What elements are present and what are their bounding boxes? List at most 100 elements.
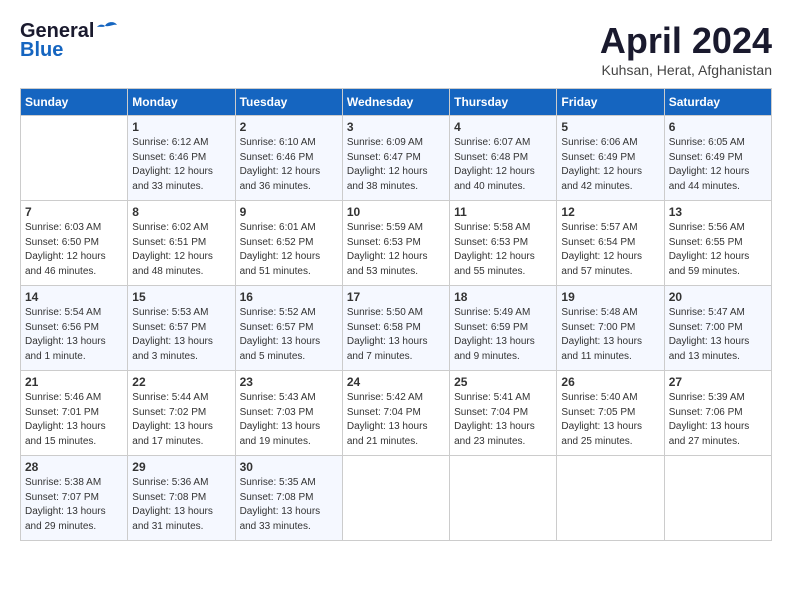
calendar-cell [21, 116, 128, 201]
day-number: 13 [669, 205, 767, 219]
day-number: 9 [240, 205, 338, 219]
day-info: Sunrise: 6:09 AM Sunset: 6:47 PM Dayligh… [347, 136, 445, 194]
day-number: 27 [669, 375, 767, 389]
logo-blue-text: Blue [20, 39, 63, 62]
calendar-cell: 24 Sunrise: 5:42 AM Sunset: 7:04 PM Dayli… [342, 371, 449, 456]
day-number: 30 [240, 460, 338, 474]
day-info: Sunrise: 6:10 AM Sunset: 6:46 PM Dayligh… [240, 136, 338, 194]
day-of-week-header: Sunday [21, 89, 128, 116]
day-number: 2 [240, 120, 338, 134]
calendar-cell: 28 Sunrise: 5:38 AM Sunset: 7:07 PM Dayli… [21, 456, 128, 541]
calendar-cell: 18 Sunrise: 5:49 AM Sunset: 6:59 PM Dayli… [450, 286, 557, 371]
calendar-cell: 8 Sunrise: 6:02 AM Sunset: 6:51 PM Daylig… [128, 201, 235, 286]
day-info: Sunrise: 5:58 AM Sunset: 6:53 PM Dayligh… [454, 221, 552, 279]
calendar-table: SundayMondayTuesdayWednesdayThursdayFrid… [20, 88, 772, 541]
day-number: 25 [454, 375, 552, 389]
logo: General Blue [20, 20, 117, 62]
calendar-cell: 7 Sunrise: 6:03 AM Sunset: 6:50 PM Daylig… [21, 201, 128, 286]
day-number: 24 [347, 375, 445, 389]
logo-bird-icon [95, 21, 117, 39]
day-info: Sunrise: 5:49 AM Sunset: 6:59 PM Dayligh… [454, 306, 552, 364]
calendar-cell: 17Sunrise: 5:50 AM Sunset: 6:58 PM Dayli… [342, 286, 449, 371]
day-info: Sunrise: 5:56 AM Sunset: 6:55 PM Dayligh… [669, 221, 767, 279]
day-number: 26 [561, 375, 659, 389]
day-info: Sunrise: 5:38 AM Sunset: 7:07 PM Dayligh… [25, 476, 123, 534]
calendar-cell: 21 Sunrise: 5:46 AM Sunset: 7:01 PM Dayli… [21, 371, 128, 456]
day-of-week-header: Tuesday [235, 89, 342, 116]
calendar-cell: 22 Sunrise: 5:44 AM Sunset: 7:02 PM Dayli… [128, 371, 235, 456]
day-info: Sunrise: 6:02 AM Sunset: 6:51 PM Dayligh… [132, 221, 230, 279]
day-info: Sunrise: 5:47 AM Sunset: 7:00 PM Dayligh… [669, 306, 767, 364]
day-number: 6 [669, 120, 767, 134]
day-info: Sunrise: 5:39 AM Sunset: 7:06 PM Dayligh… [669, 391, 767, 449]
calendar-cell: 9 Sunrise: 6:01 AM Sunset: 6:52 PM Daylig… [235, 201, 342, 286]
day-number: 21 [25, 375, 123, 389]
day-number: 19 [561, 290, 659, 304]
day-number: 11 [454, 205, 552, 219]
day-info: Sunrise: 5:42 AM Sunset: 7:04 PM Dayligh… [347, 391, 445, 449]
day-number: 20 [669, 290, 767, 304]
calendar-cell: 15 Sunrise: 5:53 AM Sunset: 6:57 PM Dayli… [128, 286, 235, 371]
day-info: Sunrise: 5:57 AM Sunset: 6:54 PM Dayligh… [561, 221, 659, 279]
day-number: 14 [25, 290, 123, 304]
calendar-cell: 30 Sunrise: 5:35 AM Sunset: 7:08 PM Dayli… [235, 456, 342, 541]
day-number: 1 [132, 120, 230, 134]
day-number: 5 [561, 120, 659, 134]
calendar-cell: 10 Sunrise: 5:59 AM Sunset: 6:53 PM Dayli… [342, 201, 449, 286]
day-info: Sunrise: 5:41 AM Sunset: 7:04 PM Dayligh… [454, 391, 552, 449]
day-number: 23 [240, 375, 338, 389]
calendar-cell: 27 Sunrise: 5:39 AM Sunset: 7:06 PM Dayli… [664, 371, 771, 456]
calendar-cell: 25 Sunrise: 5:41 AM Sunset: 7:04 PM Dayli… [450, 371, 557, 456]
calendar-cell: 6 Sunrise: 6:05 AM Sunset: 6:49 PM Daylig… [664, 116, 771, 201]
day-number: 8 [132, 205, 230, 219]
day-number: 16 [240, 290, 338, 304]
day-number: 17 [347, 290, 445, 304]
calendar-cell [557, 456, 664, 541]
day-number: 22 [132, 375, 230, 389]
day-of-week-header: Wednesday [342, 89, 449, 116]
calendar-cell: 20 Sunrise: 5:47 AM Sunset: 7:00 PM Dayli… [664, 286, 771, 371]
calendar-cell: 4 Sunrise: 6:07 AM Sunset: 6:48 PM Daylig… [450, 116, 557, 201]
day-info: Sunrise: 6:05 AM Sunset: 6:49 PM Dayligh… [669, 136, 767, 194]
calendar-cell [450, 456, 557, 541]
calendar-cell: 1 Sunrise: 6:12 AM Sunset: 6:46 PM Daylig… [128, 116, 235, 201]
day-number: 7 [25, 205, 123, 219]
day-number: 12 [561, 205, 659, 219]
page-header: General Blue April 2024 Kuhsan, Herat, A… [20, 20, 772, 78]
day-info: Sunrise: 5:54 AM Sunset: 6:56 PM Dayligh… [25, 306, 123, 364]
day-number: 4 [454, 120, 552, 134]
day-number: 10 [347, 205, 445, 219]
location-subtitle: Kuhsan, Herat, Afghanistan [600, 62, 772, 78]
calendar-cell [664, 456, 771, 541]
day-info: Sunrise: 5:43 AM Sunset: 7:03 PM Dayligh… [240, 391, 338, 449]
day-info: Sunrise: 5:36 AM Sunset: 7:08 PM Dayligh… [132, 476, 230, 534]
day-number: 28 [25, 460, 123, 474]
month-title: April 2024 [600, 20, 772, 62]
day-of-week-header: Monday [128, 89, 235, 116]
day-number: 3 [347, 120, 445, 134]
calendar-cell: 19 Sunrise: 5:48 AM Sunset: 7:00 PM Dayli… [557, 286, 664, 371]
day-info: Sunrise: 6:07 AM Sunset: 6:48 PM Dayligh… [454, 136, 552, 194]
day-info: Sunrise: 5:46 AM Sunset: 7:01 PM Dayligh… [25, 391, 123, 449]
calendar-cell: 23 Sunrise: 5:43 AM Sunset: 7:03 PM Dayli… [235, 371, 342, 456]
calendar-cell: 5 Sunrise: 6:06 AM Sunset: 6:49 PM Daylig… [557, 116, 664, 201]
calendar-cell: 12 Sunrise: 5:57 AM Sunset: 6:54 PM Dayli… [557, 201, 664, 286]
day-info: Sunrise: 6:01 AM Sunset: 6:52 PM Dayligh… [240, 221, 338, 279]
day-of-week-header: Friday [557, 89, 664, 116]
day-info: Sunrise: 5:53 AM Sunset: 6:57 PM Dayligh… [132, 306, 230, 364]
day-info: Sunrise: 5:44 AM Sunset: 7:02 PM Dayligh… [132, 391, 230, 449]
day-info: Sunrise: 6:03 AM Sunset: 6:50 PM Dayligh… [25, 221, 123, 279]
day-info: Sunrise: 5:48 AM Sunset: 7:00 PM Dayligh… [561, 306, 659, 364]
calendar-cell: 16 Sunrise: 5:52 AM Sunset: 6:57 PM Dayli… [235, 286, 342, 371]
day-info: Sunrise: 6:06 AM Sunset: 6:49 PM Dayligh… [561, 136, 659, 194]
calendar-cell: 2 Sunrise: 6:10 AM Sunset: 6:46 PM Daylig… [235, 116, 342, 201]
day-info: Sunrise: 6:12 AM Sunset: 6:46 PM Dayligh… [132, 136, 230, 194]
day-info: Sunrise: 5:52 AM Sunset: 6:57 PM Dayligh… [240, 306, 338, 364]
day-number: 18 [454, 290, 552, 304]
day-of-week-header: Saturday [664, 89, 771, 116]
day-info: Sunrise: 5:59 AM Sunset: 6:53 PM Dayligh… [347, 221, 445, 279]
calendar-cell: 13 Sunrise: 5:56 AM Sunset: 6:55 PM Dayli… [664, 201, 771, 286]
day-number: 15 [132, 290, 230, 304]
calendar-cell [342, 456, 449, 541]
day-info: Sunrise: 5:35 AM Sunset: 7:08 PM Dayligh… [240, 476, 338, 534]
